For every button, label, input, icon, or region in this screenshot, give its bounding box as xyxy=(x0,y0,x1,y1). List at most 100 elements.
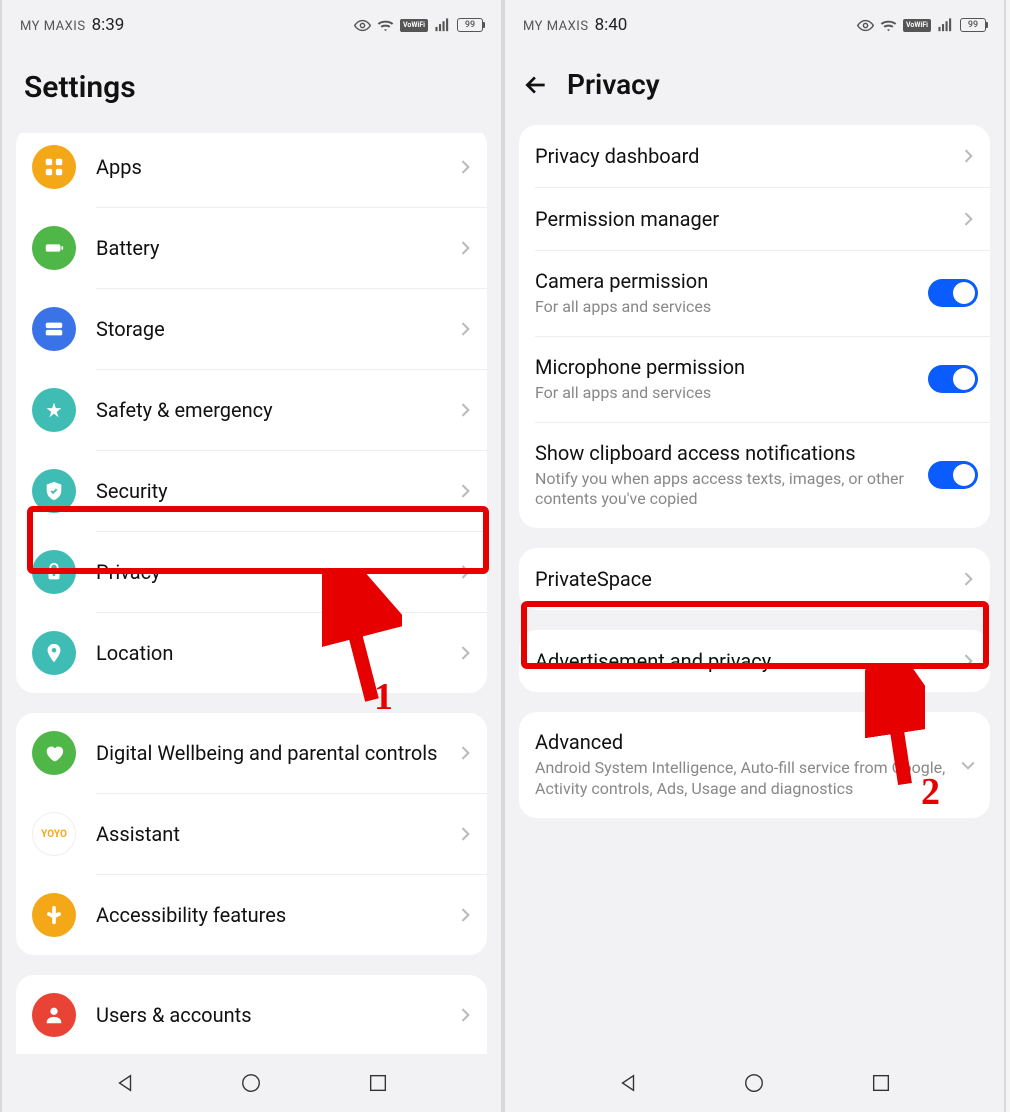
shield-icon xyxy=(32,469,76,513)
status-icons: VoWiFi 99 xyxy=(857,18,986,32)
battery-item-icon xyxy=(32,226,76,270)
chevron-right-icon xyxy=(455,743,475,763)
nav-back-icon[interactable] xyxy=(617,1072,639,1094)
privacy-item-label: Microphone permission xyxy=(535,355,928,379)
privacy-item-permission-manager[interactable]: Permission manager xyxy=(519,188,990,250)
vowifi-icon: VoWiFi xyxy=(903,19,931,32)
privacy-item-subtitle: For all apps and services xyxy=(535,297,928,318)
chevron-right-icon xyxy=(455,824,475,844)
privacy-item-label: Permission manager xyxy=(535,207,958,231)
chevron-down-icon xyxy=(958,755,978,775)
settings-item-label: Battery xyxy=(96,236,455,260)
privacy-item-ads[interactable]: Advertisement and privacy xyxy=(519,630,990,692)
phone-right: MY MAXIS 8:40 VoWiFi 99 Privacy Privacy … xyxy=(503,0,1006,1112)
privacy-item-subtitle: For all apps and services xyxy=(535,383,928,404)
settings-item-label: Security xyxy=(96,479,455,503)
page-title: Privacy xyxy=(567,68,660,101)
page-title: Settings xyxy=(2,50,501,133)
settings-item-storage[interactable]: Storage xyxy=(16,289,487,369)
privacy-item-label: Advanced xyxy=(535,730,958,754)
microphone-toggle[interactable] xyxy=(928,365,978,393)
settings-item-apps[interactable]: Apps xyxy=(16,133,487,207)
settings-item-wellbeing[interactable]: Digital Wellbeing and parental controls xyxy=(16,713,487,793)
settings-item-label: Privacy xyxy=(96,560,455,584)
privacy-item-label: Advertisement and privacy xyxy=(535,649,958,673)
nav-recent-icon[interactable] xyxy=(870,1072,892,1094)
chevron-right-icon xyxy=(958,569,978,589)
settings-item-label: Accessibility features xyxy=(96,903,455,927)
battery-icon: 99 xyxy=(960,18,986,32)
nav-recent-icon[interactable] xyxy=(367,1072,389,1094)
privacy-card-1: Privacy dashboard Permission manager Cam… xyxy=(519,125,990,528)
privacy-item-dashboard[interactable]: Privacy dashboard xyxy=(519,125,990,187)
settings-item-users[interactable]: Users & accounts xyxy=(16,975,487,1054)
chevron-right-icon xyxy=(958,209,978,229)
settings-content: Apps Battery Storage Safety & emergency xyxy=(2,133,501,1054)
privacy-item-subtitle: Android System Intelligence, Auto-fill s… xyxy=(535,758,958,800)
nav-home-icon[interactable] xyxy=(240,1072,262,1094)
chevron-right-icon xyxy=(455,562,475,582)
privacy-item-label: Camera permission xyxy=(535,269,928,293)
eye-icon xyxy=(354,18,371,32)
wellbeing-icon xyxy=(32,731,76,775)
statusbar: MY MAXIS 8:39 VoWiFi 99 xyxy=(2,0,501,50)
chevron-right-icon xyxy=(455,643,475,663)
privacy-item-label: Show clipboard access notifications xyxy=(535,441,928,465)
safety-icon xyxy=(32,388,76,432)
nav-home-icon[interactable] xyxy=(743,1072,765,1094)
privacy-item-clipboard[interactable]: Show clipboard access notifications Noti… xyxy=(519,423,990,529)
privacy-item-camera[interactable]: Camera permission For all apps and servi… xyxy=(519,251,990,336)
settings-item-privacy[interactable]: Privacy xyxy=(16,532,487,612)
privacy-content: Privacy dashboard Permission manager Cam… xyxy=(505,125,1004,1054)
settings-item-location[interactable]: Location xyxy=(16,613,487,693)
vowifi-icon: VoWiFi xyxy=(400,19,428,32)
chevron-right-icon xyxy=(455,238,475,258)
navigation-bar xyxy=(505,1054,1004,1112)
chevron-right-icon xyxy=(958,146,978,166)
settings-item-accessibility[interactable]: Accessibility features xyxy=(16,875,487,955)
privacy-card-3: Advertisement and privacy xyxy=(519,630,990,692)
settings-item-label: Apps xyxy=(96,155,455,179)
status-icons: VoWiFi 99 xyxy=(354,18,483,32)
privacy-item-label: Privacy dashboard xyxy=(535,144,958,168)
settings-item-battery[interactable]: Battery xyxy=(16,208,487,288)
clock: 8:40 xyxy=(595,15,628,35)
carrier-label: MY MAXIS xyxy=(20,19,86,34)
statusbar: MY MAXIS 8:40 VoWiFi 99 xyxy=(505,0,1004,50)
privacy-card-4: Advanced Android System Intelligence, Au… xyxy=(519,712,990,818)
privacy-item-microphone[interactable]: Microphone permission For all apps and s… xyxy=(519,337,990,422)
settings-item-security[interactable]: Security xyxy=(16,451,487,531)
yoyo-icon: YOYO xyxy=(32,812,76,856)
settings-card-1: Apps Battery Storage Safety & emergency xyxy=(16,133,487,693)
carrier-label: MY MAXIS xyxy=(523,19,589,34)
navigation-bar xyxy=(2,1054,501,1112)
eye-icon xyxy=(857,18,874,32)
back-button[interactable] xyxy=(523,72,549,98)
phone-left: MY MAXIS 8:39 VoWiFi 99 Settings Apps Ba… xyxy=(0,0,503,1112)
clipboard-toggle[interactable] xyxy=(928,461,978,489)
lock-icon xyxy=(32,550,76,594)
privacy-card-2: PrivateSpace xyxy=(519,548,990,610)
chevron-right-icon xyxy=(455,481,475,501)
camera-toggle[interactable] xyxy=(928,279,978,307)
nav-back-icon[interactable] xyxy=(114,1072,136,1094)
chevron-right-icon xyxy=(958,651,978,671)
settings-item-label: Assistant xyxy=(96,822,455,846)
settings-item-label: Safety & emergency xyxy=(96,398,455,422)
privacy-item-privatespace[interactable]: PrivateSpace xyxy=(519,548,990,610)
clock: 8:39 xyxy=(92,15,125,35)
wifi-icon xyxy=(377,18,394,32)
apps-icon xyxy=(32,145,76,189)
chevron-right-icon xyxy=(455,1005,475,1025)
settings-item-assistant[interactable]: YOYO Assistant xyxy=(16,794,487,874)
privacy-item-advanced[interactable]: Advanced Android System Intelligence, Au… xyxy=(519,712,990,818)
settings-item-label: Digital Wellbeing and parental controls xyxy=(96,741,455,765)
settings-card-3: Users & accounts Google xyxy=(16,975,487,1054)
battery-icon: 99 xyxy=(457,18,483,32)
settings-item-safety[interactable]: Safety & emergency xyxy=(16,370,487,450)
chevron-right-icon xyxy=(455,400,475,420)
settings-item-label: Users & accounts xyxy=(96,1003,455,1027)
chevron-right-icon xyxy=(455,905,475,925)
hand-icon xyxy=(32,893,76,937)
privacy-item-label: PrivateSpace xyxy=(535,567,958,591)
